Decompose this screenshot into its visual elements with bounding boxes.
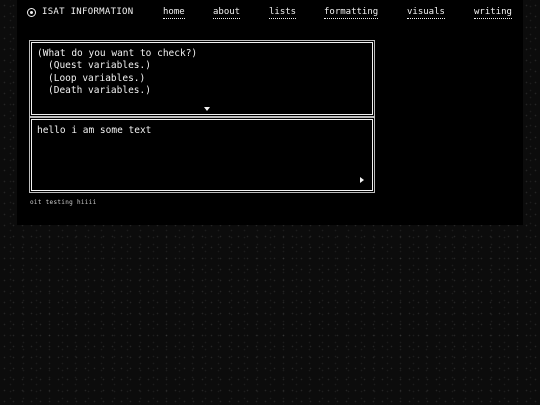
footnote-text: oit testing hiiii <box>30 199 97 206</box>
choice-option-death[interactable]: (Death variables.) <box>48 85 151 97</box>
circle-dot-icon <box>27 7 36 17</box>
choice-question: (What do you want to check?) <box>37 48 198 59</box>
choice-option-loop[interactable]: (Loop variables.) <box>48 73 145 85</box>
top-navigation: ISAT INFORMATION home about lists format… <box>17 0 523 25</box>
nav-link-visuals[interactable]: visuals <box>407 7 445 19</box>
nav-link-about[interactable]: about <box>213 7 241 19</box>
dialogue-text: hello i am some text <box>37 125 152 136</box>
right-arrow-icon[interactable] <box>360 177 364 183</box>
dialogue-box[interactable]: hello i am some text <box>31 119 373 191</box>
nav-link-formatting[interactable]: formatting <box>324 7 379 19</box>
choice-option-quest[interactable]: (Quest variables.) <box>48 60 151 72</box>
down-arrow-icon <box>204 107 210 111</box>
site-brand[interactable]: ISAT INFORMATION <box>27 7 134 17</box>
nav-link-home[interactable]: home <box>163 7 185 19</box>
choice-box: (What do you want to check?) (Quest vari… <box>31 42 373 115</box>
main-panel: ISAT INFORMATION home about lists format… <box>17 0 523 225</box>
nav-link-lists[interactable]: lists <box>269 7 297 19</box>
site-title: ISAT INFORMATION <box>42 7 134 17</box>
nav-link-writing[interactable]: writing <box>474 7 512 19</box>
